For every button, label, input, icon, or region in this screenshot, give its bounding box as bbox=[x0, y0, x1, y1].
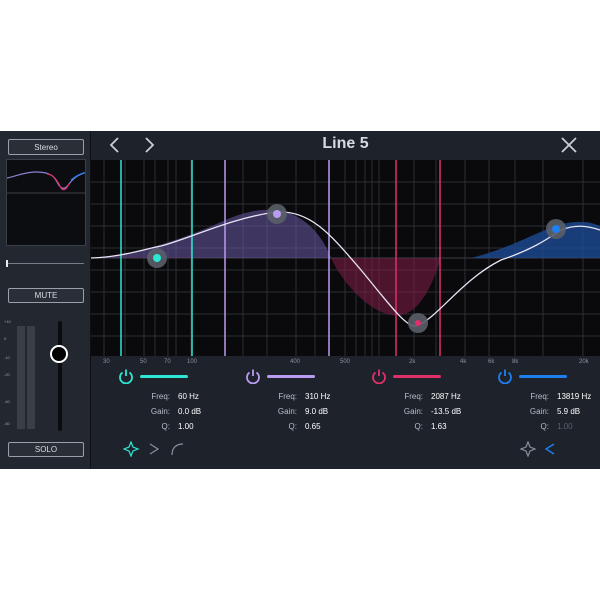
band2-gain-value[interactable]: 9.0 dB bbox=[305, 407, 328, 416]
band2-q-value[interactable]: 0.65 bbox=[305, 422, 321, 431]
freq-tick: 8k bbox=[512, 359, 519, 365]
freq-label: Freq: bbox=[151, 392, 170, 401]
freq-label: Freq: bbox=[530, 392, 549, 401]
band3-gain-value[interactable]: -13.5 dB bbox=[431, 407, 461, 416]
high-pass-icon[interactable] bbox=[171, 443, 184, 456]
freq-axis: 30 50 70 100 400 500 2k 4k 6k 8k 20k bbox=[103, 359, 590, 365]
freq-tick: 100 bbox=[187, 359, 198, 365]
band4-color-bar bbox=[519, 375, 567, 378]
meter-tick: -20 bbox=[4, 372, 10, 377]
level-meter-right bbox=[27, 326, 35, 429]
volume-fader-handle[interactable] bbox=[50, 345, 68, 363]
high-band-filter-types bbox=[519, 440, 562, 458]
band1-power-icon[interactable] bbox=[118, 368, 134, 384]
q-label: Q: bbox=[540, 422, 549, 431]
volume-fader-track[interactable] bbox=[58, 321, 62, 431]
pan-handle[interactable] bbox=[6, 260, 8, 267]
meter-tick: -40 bbox=[4, 399, 10, 404]
freq-label: Freq: bbox=[278, 392, 297, 401]
freq-tick: 500 bbox=[340, 359, 351, 365]
band1-panel: Freq: 60 Hz Gain: 0.0 dB Q: 1.00 bbox=[118, 368, 240, 478]
meter-tick: -60 bbox=[4, 421, 10, 426]
channel-strip: Stereo MUTE +10 0 -10 -20 -40 -60 SOLO bbox=[0, 131, 91, 469]
band2-node[interactable] bbox=[267, 204, 287, 224]
band1-gain-value[interactable]: 0.0 dB bbox=[178, 407, 201, 416]
freq-tick: 50 bbox=[140, 359, 147, 365]
meter-scale: +10 0 -10 -20 -40 -60 bbox=[4, 319, 16, 429]
meter-tick: 0 bbox=[4, 336, 7, 341]
stereo-button[interactable]: Stereo bbox=[8, 139, 84, 155]
band2-panel: Freq: 310 Hz Gain: 9.0 dB Q: 0.65 bbox=[245, 368, 367, 478]
freq-label: Freq: bbox=[404, 392, 423, 401]
freq-tick: 30 bbox=[103, 359, 110, 365]
band2-color-bar bbox=[267, 375, 315, 378]
header: Line 5 bbox=[91, 131, 600, 159]
freq-tick: 400 bbox=[290, 359, 301, 365]
band1-freq-value[interactable]: 60 Hz bbox=[178, 392, 199, 401]
q-label: Q: bbox=[288, 422, 297, 431]
freq-tick: 4k bbox=[460, 359, 467, 365]
band1-node[interactable] bbox=[147, 248, 167, 268]
close-button[interactable] bbox=[559, 135, 579, 155]
close-icon bbox=[561, 137, 577, 153]
q-label: Q: bbox=[161, 422, 170, 431]
level-meter-left bbox=[17, 326, 25, 429]
freq-tick: 2k bbox=[409, 359, 416, 365]
q-label: Q: bbox=[414, 422, 423, 431]
band4-q-value[interactable]: 1.00 bbox=[557, 422, 573, 431]
low-shelf-icon[interactable] bbox=[149, 443, 160, 455]
meter-tick: +10 bbox=[4, 319, 11, 324]
bell-icon[interactable] bbox=[122, 440, 140, 458]
band3-color-bar bbox=[393, 375, 441, 378]
mute-button[interactable]: MUTE bbox=[8, 288, 84, 303]
band1-q-value[interactable]: 1.00 bbox=[178, 422, 194, 431]
eq-plugin-window: Stereo MUTE +10 0 -10 -20 -40 -60 SOLO L… bbox=[0, 131, 600, 469]
band2-power-icon[interactable] bbox=[245, 368, 261, 384]
band3-node[interactable] bbox=[408, 313, 428, 333]
band4-power-icon[interactable] bbox=[497, 368, 513, 384]
band3-panel: Freq: 2087 Hz Gain: -13.5 dB Q: 1.63 bbox=[371, 368, 493, 478]
band4-gain-value[interactable]: 5.9 dB bbox=[557, 407, 580, 416]
freq-tick: 70 bbox=[164, 359, 171, 365]
solo-button[interactable]: SOLO bbox=[8, 442, 84, 457]
band3-power-icon[interactable] bbox=[371, 368, 387, 384]
page-title: Line 5 bbox=[322, 135, 369, 152]
band4-node[interactable] bbox=[546, 219, 566, 239]
meter-tick: -10 bbox=[4, 355, 10, 360]
gain-label: Gain: bbox=[403, 407, 423, 416]
band2-freq-value[interactable]: 310 Hz bbox=[305, 392, 330, 401]
gain-label: Gain: bbox=[529, 407, 549, 416]
bell-icon[interactable] bbox=[519, 440, 537, 458]
band3-q-value[interactable]: 1.63 bbox=[431, 422, 447, 431]
freq-tick: 20k bbox=[579, 359, 590, 365]
pan-slider[interactable] bbox=[6, 263, 84, 264]
high-shelf-icon[interactable] bbox=[544, 443, 555, 455]
low-band-filter-types bbox=[122, 440, 193, 458]
eq-thumbnail[interactable] bbox=[6, 159, 86, 246]
gain-label: Gain: bbox=[150, 407, 170, 416]
band3-freq-value[interactable]: 2087 Hz bbox=[431, 392, 461, 401]
gain-label: Gain: bbox=[277, 407, 297, 416]
freq-tick: 6k bbox=[488, 359, 495, 365]
band4-panel: Freq: 13819 Hz Gain: 5.9 dB Q: 1.00 bbox=[497, 368, 600, 478]
band1-color-bar bbox=[140, 375, 188, 378]
band4-freq-value[interactable]: 13819 Hz bbox=[557, 392, 591, 401]
